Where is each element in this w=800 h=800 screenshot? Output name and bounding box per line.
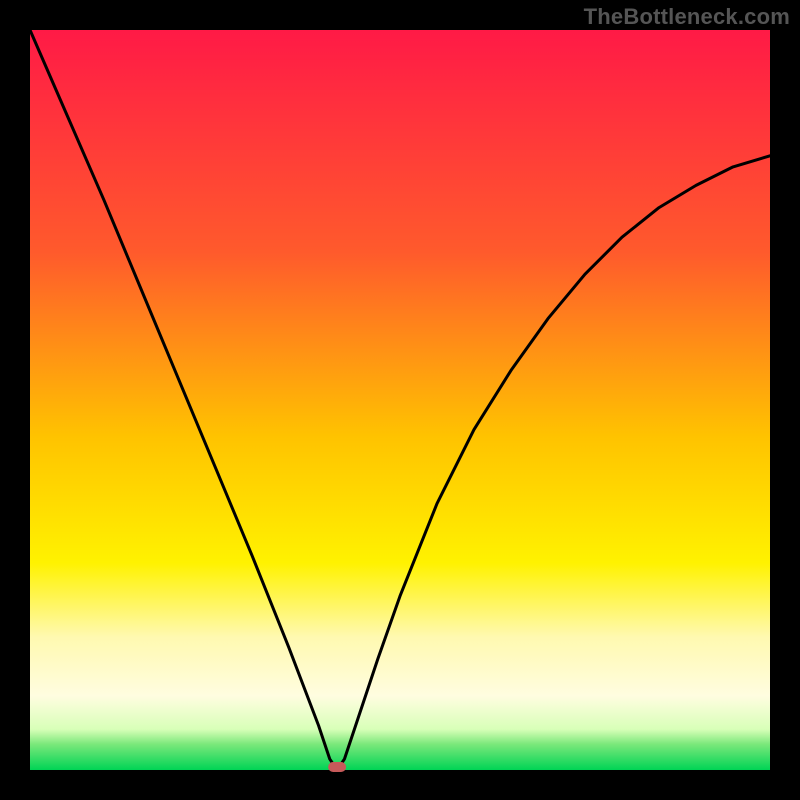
plot-gradient-background bbox=[30, 30, 770, 770]
watermark-label: TheBottleneck.com bbox=[584, 4, 790, 30]
chart-frame: TheBottleneck.com bbox=[0, 0, 800, 800]
bottleneck-chart bbox=[0, 0, 800, 800]
optimal-marker bbox=[328, 762, 346, 772]
